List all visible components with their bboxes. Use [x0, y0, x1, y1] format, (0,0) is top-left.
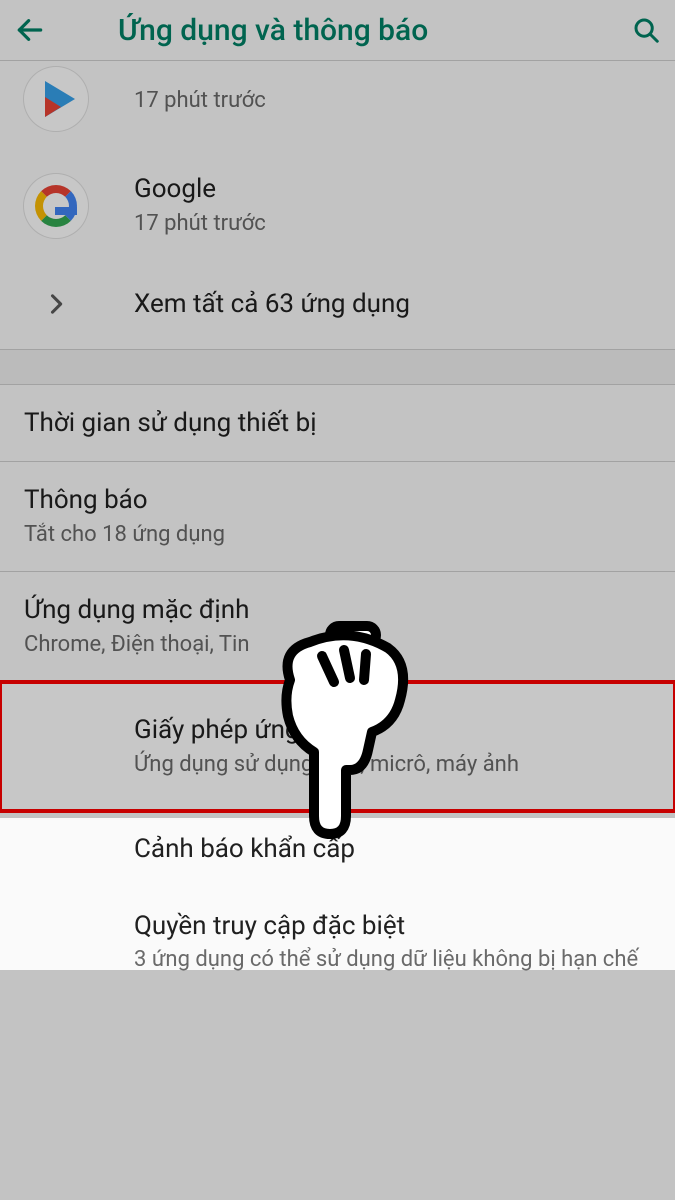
recent-app-row[interactable]: Google 17 phút trước [0, 151, 675, 260]
arrow-back-icon [14, 14, 46, 46]
section-spacer [0, 349, 675, 385]
section-subtitle: Chrome, Điện thoại, Tin [24, 631, 651, 660]
section-title: Thông báo [24, 484, 651, 517]
section-subtitle: Tắt cho 18 ứng dụng [24, 521, 651, 550]
search-icon [631, 15, 661, 45]
search-button[interactable] [617, 15, 661, 45]
section-title: Thời gian sử dụng thiết bị [24, 407, 651, 440]
recent-app-subtitle: 17 phút trước [134, 87, 651, 116]
section-emergency-alerts[interactable]: Cảnh báo khẩn cấp [0, 811, 675, 888]
see-all-apps-label: Xem tất cả 63 ứng dụng [134, 288, 651, 321]
section-title: Giấy phép ứng dụng [134, 714, 651, 747]
chevron-right-icon [42, 290, 70, 318]
recent-app-row[interactable]: 17 phút trước [0, 61, 675, 151]
section-subtitle: Ứng dụng sử dụng vị trí, micrô, máy ảnh [134, 751, 651, 780]
section-title: Quyền truy cập đặc biệt [134, 910, 651, 943]
play-store-icon [24, 67, 88, 131]
section-special-access[interactable]: Quyền truy cập đặc biệt 3 ứng dụng có th… [0, 888, 675, 997]
page-title: Ứng dụng và thông báo [118, 13, 617, 48]
google-icon [24, 174, 88, 238]
app-bar: Ứng dụng và thông báo [0, 0, 675, 60]
section-default-apps[interactable]: Ứng dụng mặc định Chrome, Điện thoại, Ti… [0, 572, 675, 681]
see-all-apps-row[interactable]: Xem tất cả 63 ứng dụng [0, 260, 675, 349]
section-subtitle: 3 ứng dụng có thể sử dụng dữ liệu không … [134, 946, 651, 975]
section-notifications[interactable]: Thông báo Tắt cho 18 ứng dụng [0, 462, 675, 571]
dim-overlay [0, 970, 675, 1200]
section-screen-time[interactable]: Thời gian sử dụng thiết bị [0, 385, 675, 462]
recent-app-subtitle: 17 phút trước [134, 210, 651, 239]
section-title: Ứng dụng mặc định [24, 594, 651, 627]
section-title: Cảnh báo khẩn cấp [134, 833, 651, 866]
recent-app-title: Google [134, 173, 651, 206]
back-button[interactable] [14, 14, 58, 46]
section-app-permissions[interactable]: Giấy phép ứng dụng Ứng dụng sử dụng vị t… [0, 682, 675, 811]
